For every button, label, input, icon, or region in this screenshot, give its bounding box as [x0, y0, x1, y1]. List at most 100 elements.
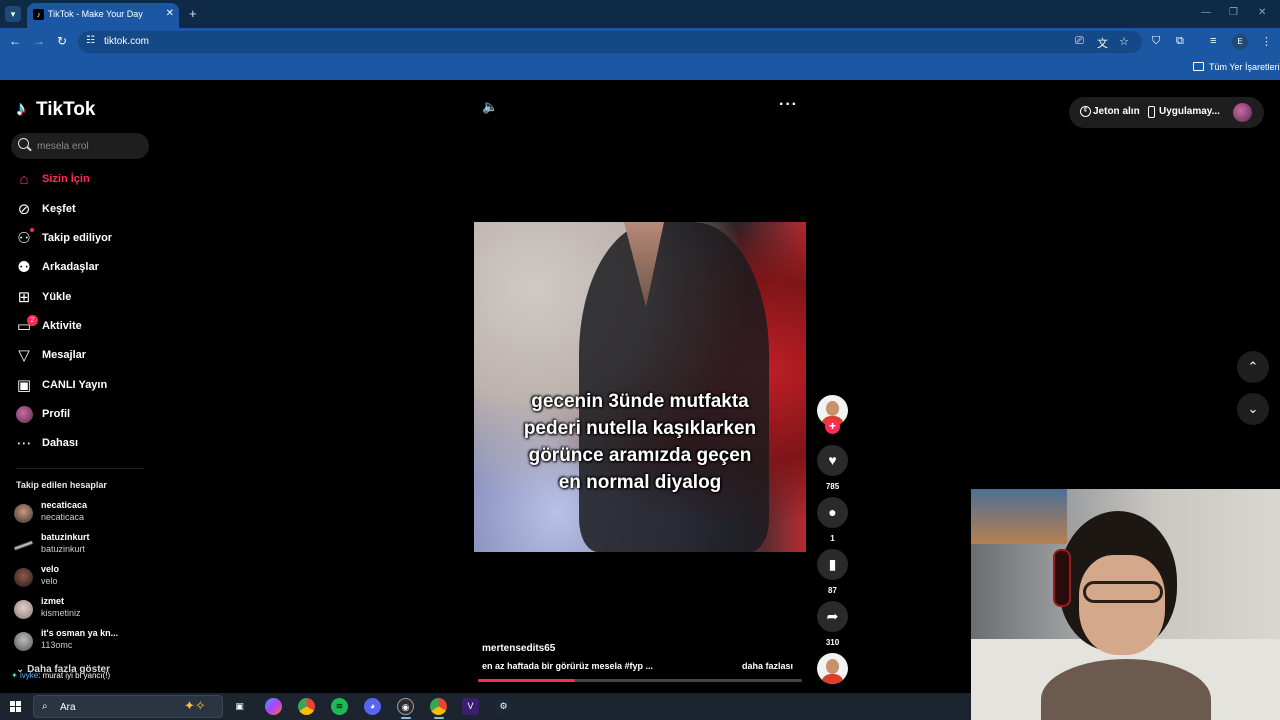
browser-tab-active[interactable]: ♪ TikTok - Make Your Day ✕: [27, 3, 179, 28]
like-button[interactable]: ♥: [817, 445, 848, 476]
taskbar-search[interactable]: ⌕ Ara ✦✧: [33, 695, 223, 718]
stream-chat-overlay: ✦ ivyke: murat iyi bi yancı(!): [11, 671, 110, 680]
shield-extension-icon[interactable]: ⛉: [1152, 35, 1160, 48]
chat-message: : murat iyi bi yancı(!): [38, 671, 111, 680]
previous-video-button[interactable]: ⌃: [1237, 351, 1269, 383]
restore-icon[interactable]: ❐: [1229, 7, 1238, 18]
forward-icon[interactable]: →: [33, 34, 45, 48]
user-avatar[interactable]: [1233, 103, 1252, 122]
translate-icon[interactable]: 文: [1097, 35, 1108, 51]
tiktok-note-icon: ♪: [16, 98, 26, 120]
windows-taskbar: ⌕ Ara ✦✧ ▣ ≋ ◕ ◉ V ⚙: [0, 693, 971, 720]
volume-icon[interactable]: 🔈: [482, 99, 498, 115]
followed-account[interactable]: batuzinkurt batuzinkurt: [14, 532, 154, 558]
video-more-options-icon[interactable]: ···: [779, 96, 798, 114]
see-more-button[interactable]: daha fazlası: [742, 661, 793, 671]
sidebar-divider: [16, 468, 144, 469]
task-view-icon[interactable]: ▣: [231, 698, 248, 715]
search-icon: ⌕: [42, 701, 48, 712]
comment-button[interactable]: ●: [817, 497, 848, 528]
comment-count: 1: [830, 534, 835, 543]
media-controls-icon[interactable]: ≡: [1210, 35, 1216, 47]
followed-account[interactable]: necaticaca necaticaca: [14, 500, 154, 526]
window-close-icon[interactable]: ✕: [1258, 7, 1266, 18]
video-player[interactable]: gecenin 3ünde mutfakta pederi nutella ka…: [474, 222, 806, 552]
back-icon[interactable]: ←: [9, 34, 21, 48]
chrome-icon[interactable]: [298, 698, 315, 715]
friends-icon: ⚉: [17, 259, 31, 276]
browser-menu-icon[interactable]: ⋮: [1261, 35, 1272, 48]
sidebar-item-activity[interactable]: ▭ 2 Aktivite: [14, 315, 154, 339]
save-count: 87: [828, 586, 837, 595]
sidebar-item-label: Profil: [42, 408, 71, 420]
coin-icon: ¢: [1080, 106, 1091, 117]
sidebar-item-upload[interactable]: ⊞ Yükle: [14, 286, 154, 310]
save-button[interactable]: ▮: [817, 549, 848, 580]
search-input[interactable]: [37, 138, 142, 154]
taskbar-search-label: Ara: [60, 702, 76, 713]
tab-search-dropdown-icon[interactable]: ▾: [5, 6, 21, 22]
sidebar-item-messages[interactable]: ▽ Mesajlar: [14, 344, 154, 368]
discord-icon[interactable]: ◕: [364, 698, 381, 715]
active-app-indicator: [434, 717, 444, 719]
sidebar-item-following[interactable]: ⚇ Takip ediliyor: [14, 227, 154, 251]
chrome-profile-icon[interactable]: [430, 698, 447, 715]
get-coins-button[interactable]: Jeton alın: [1093, 106, 1140, 117]
tab-title: TikTok - Make Your Day: [48, 9, 143, 19]
steam-icon[interactable]: ⚙: [495, 698, 512, 715]
active-app-indicator: [401, 717, 411, 719]
next-video-button[interactable]: ⌄: [1237, 393, 1269, 425]
bookmark-star-icon[interactable]: ☆: [1119, 35, 1129, 48]
browser-profile-avatar[interactable]: E: [1232, 34, 1248, 50]
minimize-icon[interactable]: —: [1201, 7, 1211, 18]
caption-line: görünce aramızda geçen: [528, 445, 752, 466]
sidebar-item-friends[interactable]: ⚉ Arkadaşlar: [14, 256, 154, 280]
valorant-icon[interactable]: V: [462, 698, 479, 715]
account-avatar: [14, 504, 33, 523]
get-app-button[interactable]: Uygulamay...: [1159, 106, 1220, 117]
search-box[interactable]: [11, 133, 149, 159]
video-progress-fill: [478, 679, 576, 682]
live-icon: ▣: [16, 377, 32, 394]
followed-account[interactable]: it's osman ya kn... 113omc: [14, 628, 154, 654]
followed-account[interactable]: izmet kismetiniz: [14, 596, 154, 622]
tab-close-icon[interactable]: ✕: [166, 8, 174, 19]
user-follow-icon: ⚇: [17, 230, 31, 247]
music-disc-avatar[interactable]: [817, 653, 848, 684]
extensions-icon[interactable]: ⧉: [1176, 35, 1184, 48]
profile-avatar: [16, 406, 33, 423]
sidebar-item-label: Dahası: [42, 437, 79, 449]
chat-star-icon: ✦: [11, 671, 20, 680]
site-info-icon[interactable]: ☷: [86, 35, 95, 46]
browser-tab-bar: ▾ ♪ TikTok - Make Your Day ✕ + — ❐ ✕: [0, 0, 1280, 28]
sidebar-item-label: Aktivite: [42, 320, 82, 332]
followed-account[interactable]: velo velo: [14, 564, 154, 590]
caption-line: en normal diyalog: [558, 472, 722, 493]
address-bar[interactable]: ☷ tiktok.com ⎚ 文 ☆: [78, 31, 1142, 53]
cast-icon[interactable]: ⎚: [1075, 35, 1084, 48]
follow-plus-icon[interactable]: +: [825, 419, 840, 434]
share-button[interactable]: ➦: [817, 601, 848, 632]
spotify-icon[interactable]: ≋: [331, 698, 348, 715]
windows-start-icon[interactable]: [10, 701, 21, 712]
compass-icon: ⊘: [17, 201, 31, 218]
sidebar-item-profile[interactable]: Profil: [14, 403, 154, 427]
account-name: it's osman ya kn...: [41, 628, 119, 638]
sidebar-item-live[interactable]: ▣ CANLI Yayın: [14, 374, 154, 398]
sidebar-item-for-you[interactable]: ⌂ Sizin İçin: [14, 168, 154, 192]
reload-icon[interactable]: ↻: [57, 34, 67, 48]
bookmark-icon: ▮: [828, 556, 837, 572]
account-name: velo: [41, 564, 60, 574]
obs-icon[interactable]: ◉: [397, 698, 414, 715]
copilot-icon[interactable]: [265, 698, 282, 715]
video-frame-figure: [579, 222, 769, 552]
webcam-glasses: [1083, 581, 1163, 603]
all-bookmarks-link[interactable]: Tüm Yer İşaretleri: [1209, 62, 1280, 72]
video-progress-bar[interactable]: [478, 679, 802, 682]
new-tab-icon[interactable]: +: [189, 6, 197, 21]
account-handle: kismetiniz: [41, 608, 81, 618]
video-author[interactable]: mertensedits65: [482, 643, 555, 654]
sidebar-item-more[interactable]: ⋯ Dahası: [14, 432, 154, 456]
sidebar-item-explore[interactable]: ⊘ Keşfet: [14, 198, 154, 222]
account-name: izmet: [41, 596, 65, 606]
